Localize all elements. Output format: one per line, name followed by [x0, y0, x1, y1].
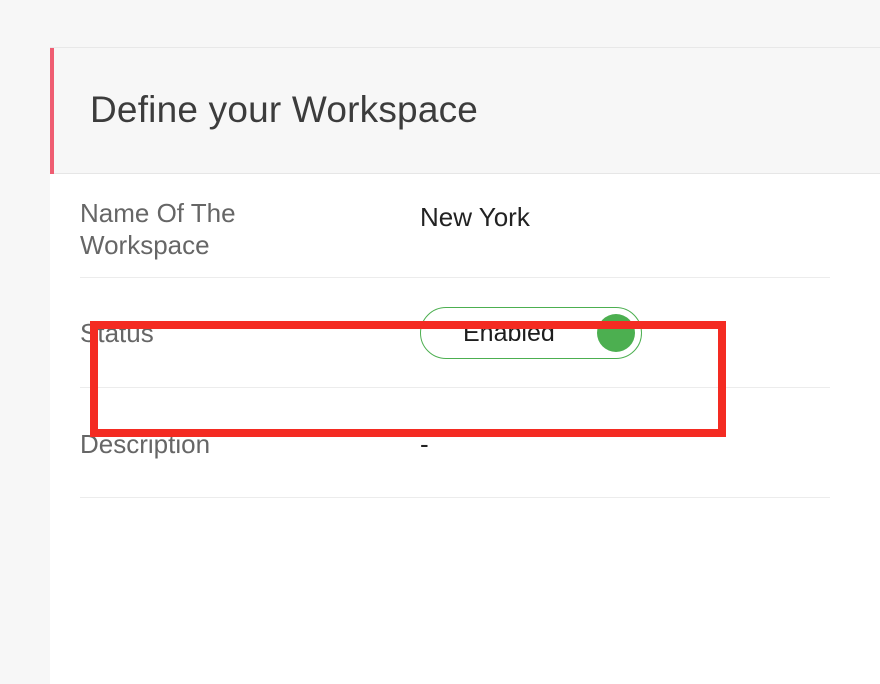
workspace-name-label: Name Of The Workspace [80, 198, 236, 260]
status-row: Status Enabled [80, 278, 830, 388]
workspace-name-row: Name Of The Workspace New York [80, 195, 830, 278]
page-title: Define your Workspace [90, 89, 479, 130]
panel-header: Define your Workspace [50, 48, 880, 174]
description-label: Description [80, 429, 211, 459]
description-value: - [420, 429, 429, 459]
toggle-knob [597, 314, 635, 352]
workspace-name-value: New York [420, 202, 530, 232]
status-toggle-label: Enabled [463, 319, 555, 347]
status-label: Status [80, 318, 154, 348]
header-accent-bar [50, 48, 54, 174]
description-row: Description - [80, 388, 830, 498]
status-toggle[interactable]: Enabled [420, 307, 642, 359]
